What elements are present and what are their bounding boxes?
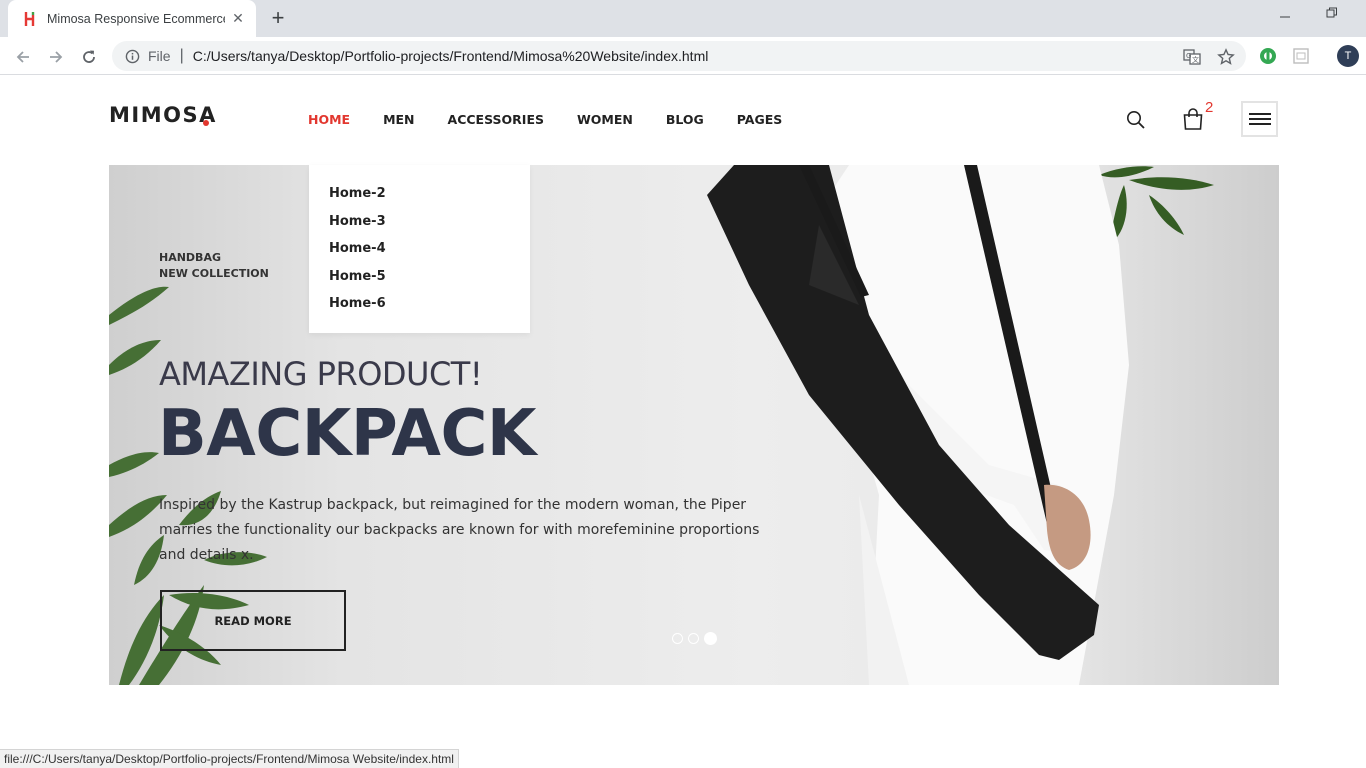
- tab-title: Mimosa Responsive Ecommerce: [47, 11, 225, 26]
- nav-home[interactable]: HOME: [308, 112, 350, 127]
- hero-eyebrow: HANDBAG NEW COLLECTION: [159, 250, 269, 282]
- extension-grey-icon[interactable]: [1291, 46, 1311, 66]
- svg-text:文: 文: [1192, 55, 1199, 64]
- nav-women[interactable]: WOMEN: [577, 112, 633, 127]
- dropdown-item-home-3[interactable]: Home-3: [329, 214, 530, 242]
- hero-eyebrow-line2: NEW COLLECTION: [159, 267, 269, 280]
- site-logo[interactable]: MIMOSA: [109, 103, 217, 127]
- close-tab-icon[interactable]: ✕: [230, 10, 246, 27]
- nav-accessories[interactable]: ACCESSORIES: [448, 112, 544, 127]
- nav-pages[interactable]: PAGES: [737, 112, 783, 127]
- cart-count-badge: 2: [1205, 99, 1214, 116]
- url-scheme: File: [148, 48, 171, 64]
- back-icon[interactable]: [12, 46, 34, 68]
- minimize-window-icon[interactable]: [1270, 6, 1300, 30]
- reload-icon[interactable]: [78, 46, 100, 68]
- address-bar[interactable]: File | C:/Users/tanya/Desktop/Portfolio-…: [112, 41, 1246, 71]
- browser-toolbar: File | C:/Users/tanya/Desktop/Portfolio-…: [0, 37, 1366, 75]
- translate-icon[interactable]: G文: [1182, 47, 1202, 67]
- home-dropdown-menu: Home-2 Home-3 Home-4 Home-5 Home-6: [309, 165, 530, 333]
- dropdown-item-home-6[interactable]: Home-6: [329, 296, 530, 324]
- slider-dots: [672, 632, 717, 645]
- new-tab-button[interactable]: +: [266, 7, 290, 31]
- browser-tab[interactable]: Mimosa Responsive Ecommerce ✕: [8, 0, 256, 37]
- hero-eyebrow-line1: HANDBAG: [159, 251, 221, 264]
- logo-dot: [203, 120, 209, 126]
- restore-window-icon[interactable]: [1317, 6, 1347, 30]
- url-separator: |: [179, 47, 184, 64]
- dropdown-item-home-4[interactable]: Home-4: [329, 241, 530, 269]
- cart-icon[interactable]: [1181, 107, 1205, 131]
- info-icon[interactable]: [124, 48, 140, 64]
- svg-text:G: G: [1186, 52, 1191, 60]
- dropdown-item-home-2[interactable]: Home-2: [329, 186, 530, 214]
- search-icon[interactable]: [1124, 108, 1148, 132]
- main-nav: HOME MEN ACCESSORIES WOMEN BLOG PAGES: [308, 112, 815, 127]
- tab-strip: Mimosa Responsive Ecommerce ✕ +: [0, 0, 1366, 37]
- dropdown-item-home-5[interactable]: Home-5: [329, 269, 530, 297]
- read-more-button[interactable]: READ MORE: [160, 590, 346, 651]
- extension-green-icon[interactable]: [1258, 46, 1278, 66]
- hero-slider: HANDBAG NEW COLLECTION AMAZING PRODUCT! …: [109, 165, 1279, 685]
- slider-dot-1[interactable]: [672, 633, 683, 644]
- slider-dot-2[interactable]: [688, 633, 699, 644]
- profile-avatar[interactable]: T: [1337, 45, 1359, 67]
- status-bar-url: file:///C:/Users/tanya/Desktop/Portfolio…: [0, 749, 459, 768]
- site-favicon-icon: [22, 11, 38, 27]
- nav-blog[interactable]: BLOG: [666, 112, 704, 127]
- star-icon[interactable]: [1216, 47, 1236, 67]
- hero-subtitle: AMAZING PRODUCT!: [159, 355, 483, 393]
- forward-icon[interactable]: [45, 46, 67, 68]
- site-header: MIMOSA HOME MEN ACCESSORIES WOMEN BLOG P…: [0, 76, 1366, 164]
- hero-title: BACKPACK: [158, 397, 537, 471]
- slider-dot-3[interactable]: [704, 632, 717, 645]
- hero-description: Inspired by the Kastrup backpack, but re…: [159, 497, 760, 563]
- nav-men[interactable]: MEN: [383, 112, 414, 127]
- menu-icon[interactable]: [1241, 101, 1278, 137]
- url-text[interactable]: C:/Users/tanya/Desktop/Portfolio-project…: [193, 48, 709, 64]
